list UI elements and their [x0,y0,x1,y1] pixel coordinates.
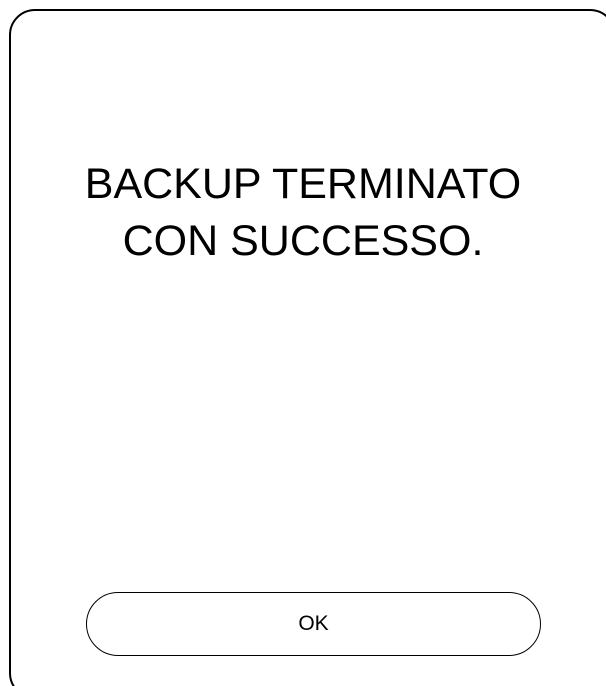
message-line-2: CON SUCCESSO. [122,217,484,265]
dialog-message: BACKUP TERMINATO CON SUCCESSO. [0,156,606,270]
message-line-1: BACKUP TERMINATO [84,160,522,208]
ok-button[interactable]: OK [86,592,541,656]
backup-complete-dialog [9,9,606,686]
